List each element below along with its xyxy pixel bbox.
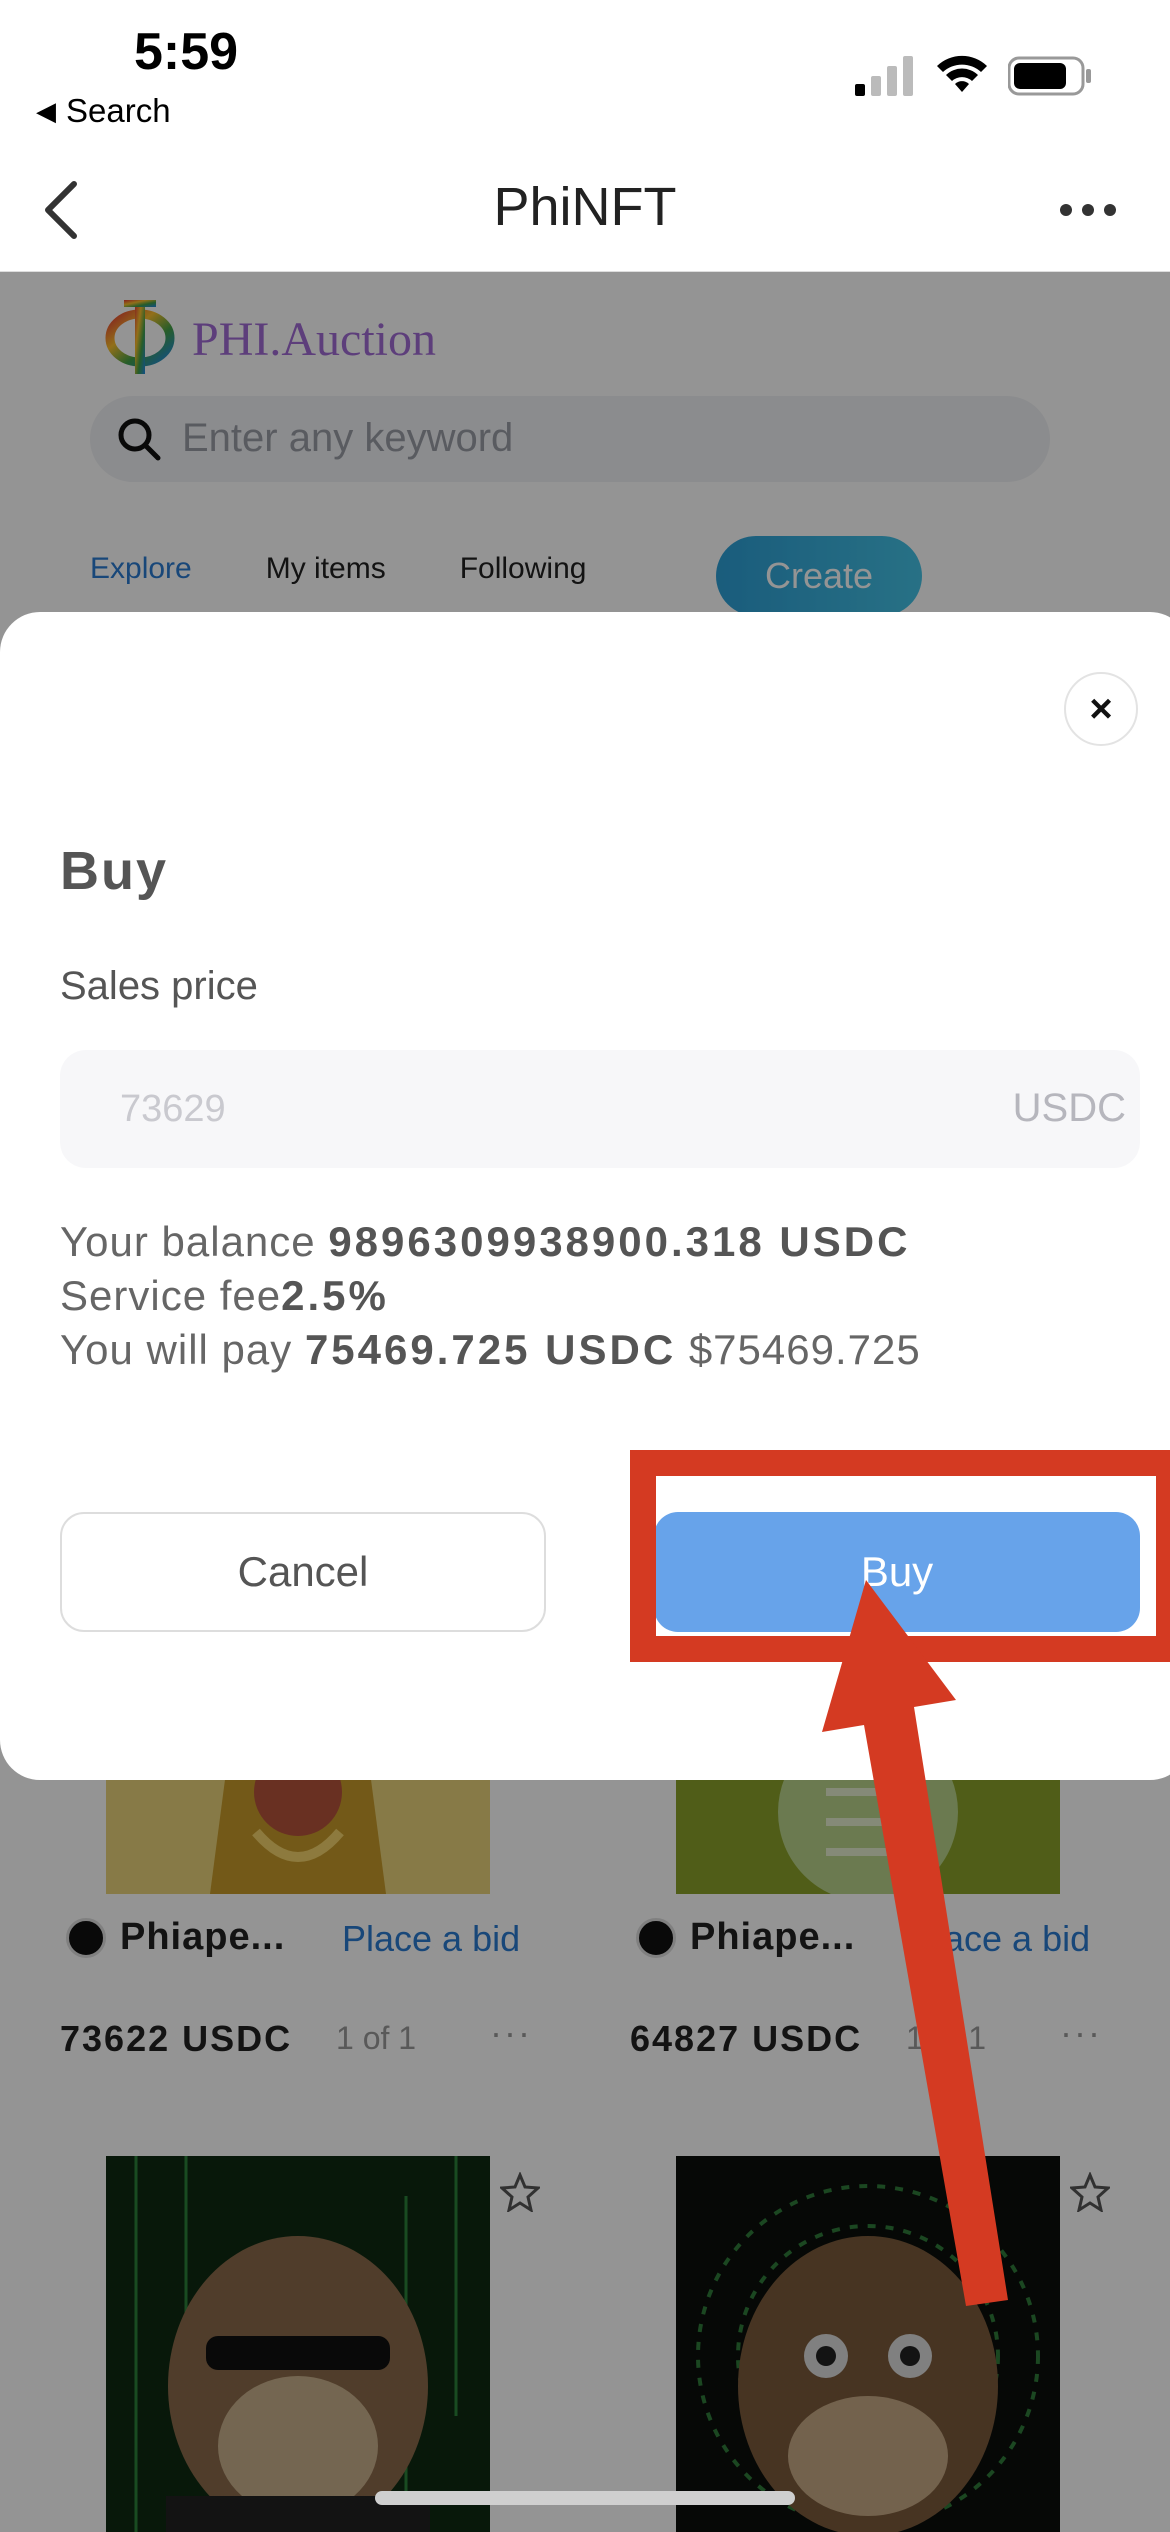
pay-value: 75469.725 USDC <box>304 1326 677 1373</box>
sales-price-unit: USDC <box>1012 1086 1126 1130</box>
pay-prefix: You will pay <box>60 1326 305 1373</box>
signal-icon <box>855 56 913 96</box>
back-app-label: Search <box>66 92 171 129</box>
status-bar: 5:59 ◀ Search <box>0 0 1170 150</box>
balance-line: Your balance 9896309938900.318 USDC <box>60 1218 910 1266</box>
pay-line: You will pay 75469.725 USDC $75469.725 <box>60 1326 921 1374</box>
back-triangle-icon: ◀ <box>36 95 56 126</box>
close-button[interactable]: × <box>1064 672 1138 746</box>
sales-price-value: 73629 <box>120 1088 226 1130</box>
fee-prefix: Service fee <box>60 1272 282 1319</box>
page-title: PhiNFT <box>493 177 677 237</box>
sales-price-label: Sales price <box>60 964 258 1008</box>
cancel-button[interactable]: Cancel <box>60 1512 546 1632</box>
annotation-highlight-box <box>630 1450 1170 1662</box>
more-horizontal-icon[interactable] <box>1058 202 1118 218</box>
battery-icon <box>1008 56 1091 96</box>
status-time: 5:59 <box>134 23 239 81</box>
fee-value: 2.5% <box>281 1272 389 1319</box>
wifi-icon <box>937 55 987 92</box>
sales-price-field[interactable]: 73629 USDC <box>60 1050 1140 1168</box>
pay-fiat: $75469.725 <box>676 1326 921 1373</box>
nav-bar: PhiNFT <box>0 150 1170 272</box>
balance-value: 9896309938900.318 USDC <box>328 1218 911 1265</box>
home-indicator <box>375 2491 795 2505</box>
service-fee-line: Service fee2.5% <box>60 1272 389 1320</box>
balance-prefix: Your balance <box>60 1218 329 1265</box>
back-to-search-link[interactable]: ◀ Search <box>36 92 171 130</box>
modal-title: Buy <box>60 841 169 901</box>
